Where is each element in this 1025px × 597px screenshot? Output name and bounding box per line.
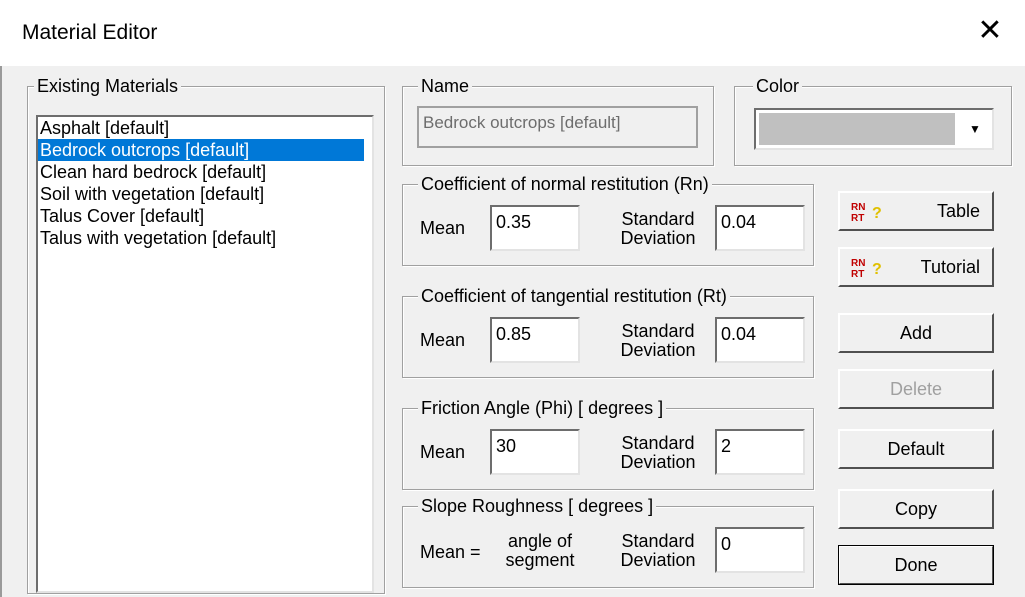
table-button[interactable]: RN RT ? Table xyxy=(838,191,994,231)
phi-group: Friction Angle (Phi) [ degrees ] Mean 30… xyxy=(402,397,814,490)
color-dropdown[interactable]: ▼ xyxy=(754,108,994,150)
material-list-item[interactable]: Bedrock outcrops [default] xyxy=(38,139,364,161)
svg-text:RT: RT xyxy=(851,269,864,280)
rt-group: Coefficient of tangential restitution (R… xyxy=(402,285,814,378)
materials-listbox[interactable]: Asphalt [default] Bedrock outcrops [defau… xyxy=(36,115,374,593)
svg-text:RN: RN xyxy=(851,202,865,213)
table-button-label: Table xyxy=(936,201,980,221)
svg-text:?: ? xyxy=(872,205,882,222)
chevron-down-icon[interactable]: ▼ xyxy=(960,112,990,146)
rn-sd-label-2: Deviation xyxy=(620,228,696,248)
rn-label: Coefficient of normal restitution (Rn) xyxy=(418,173,712,195)
rt-label: Coefficient of tangential restitution (R… xyxy=(418,285,730,307)
name-label: Name xyxy=(418,75,473,97)
rnrt-help-icon: RN RT ? xyxy=(851,258,882,280)
rnrt-help-icon: RN RT ? xyxy=(851,202,882,224)
roughness-sd-label-2: Deviation xyxy=(620,550,696,570)
roughness-angle-label-2: segment xyxy=(505,550,575,570)
material-list-item[interactable]: Talus Cover [default] xyxy=(38,205,372,227)
rn-sd-input[interactable]: 0.04 xyxy=(715,205,805,251)
material-list-item[interactable]: Clean hard bedrock [default] xyxy=(38,161,372,183)
phi-sd-input[interactable]: 2 xyxy=(715,429,805,475)
svg-text:RN: RN xyxy=(851,258,865,269)
phi-mean-label: Mean xyxy=(420,442,466,462)
done-button[interactable]: Done xyxy=(838,545,994,585)
phi-sd-label-1: Standard xyxy=(621,433,695,453)
tutorial-button-label: Tutorial xyxy=(920,257,980,277)
phi-sd-label-2: Deviation xyxy=(620,452,696,472)
close-icon[interactable]: ✕ xyxy=(973,14,1007,48)
material-list-item[interactable]: Talus with vegetation [default] xyxy=(38,227,372,249)
rt-sd-input[interactable]: 0.04 xyxy=(715,317,805,363)
material-list-item[interactable]: Soil with vegetation [default] xyxy=(38,183,372,205)
rn-group: Coefficient of normal restitution (Rn) M… xyxy=(402,173,814,266)
svg-text:RT: RT xyxy=(851,213,864,224)
rt-mean-input[interactable]: 0.85 xyxy=(490,317,580,363)
rt-sd-label-1: Standard xyxy=(621,321,695,341)
svg-text:?: ? xyxy=(872,261,882,278)
phi-label: Friction Angle (Phi) [ degrees ] xyxy=(418,397,667,419)
window-title: Material Editor xyxy=(22,21,158,44)
delete-button[interactable]: Delete xyxy=(838,369,994,409)
existing-materials-label: Existing Materials xyxy=(34,75,182,97)
window-border xyxy=(0,66,2,597)
add-button[interactable]: Add xyxy=(838,313,994,353)
name-field[interactable]: Bedrock outcrops [default] xyxy=(417,106,698,148)
name-group: Name Bedrock outcrops [default] xyxy=(402,75,714,166)
tutorial-button[interactable]: RN RT ? Tutorial xyxy=(838,247,994,287)
phi-mean-input[interactable]: 30 xyxy=(490,429,580,475)
roughness-label: Slope Roughness [ degrees ] xyxy=(418,495,657,517)
title-bar: Material Editor ✕ xyxy=(0,0,1025,66)
roughness-angle-label-1: angle of xyxy=(507,531,573,551)
roughness-group: Slope Roughness [ degrees ] Mean = angle… xyxy=(402,495,814,588)
copy-button[interactable]: Copy xyxy=(838,489,994,529)
rt-sd-label-2: Deviation xyxy=(620,340,696,360)
rn-sd-label-1: Standard xyxy=(621,209,695,229)
color-label: Color xyxy=(753,75,803,97)
roughness-sd-input[interactable]: 0 xyxy=(715,527,805,573)
roughness-mean-label: Mean = xyxy=(420,542,481,562)
roughness-sd-label-1: Standard xyxy=(621,531,695,551)
rn-mean-label: Mean xyxy=(420,218,466,238)
default-button[interactable]: Default xyxy=(838,429,994,469)
color-swatch xyxy=(759,113,955,145)
existing-materials-group: Existing Materials Asphalt [default] Bedr… xyxy=(27,75,385,594)
material-list-item[interactable]: Asphalt [default] xyxy=(38,117,372,139)
rn-mean-input[interactable]: 0.35 xyxy=(490,205,580,251)
rt-mean-label: Mean xyxy=(420,330,466,350)
